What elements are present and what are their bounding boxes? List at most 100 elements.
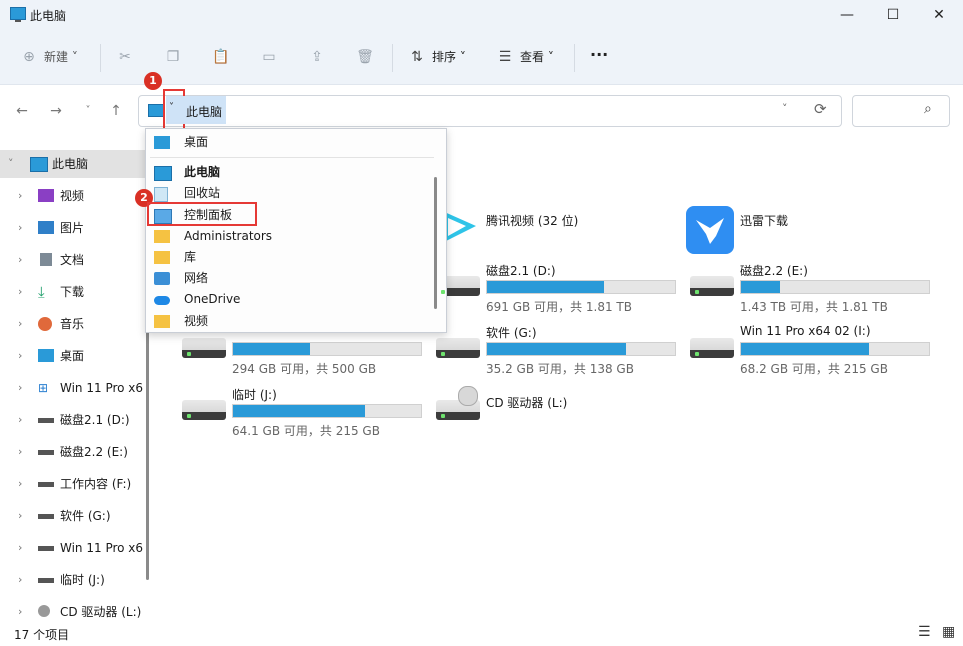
chevron-right-icon[interactable]: › — [18, 438, 22, 466]
chevron-right-icon[interactable]: › — [18, 182, 22, 210]
chevron-right-icon[interactable]: › — [18, 374, 22, 402]
drive-tile-l[interactable]: CD 驱动器 (L:) — [436, 386, 690, 446]
sort-icon: ⇅ — [411, 49, 423, 65]
chevron-right-icon[interactable]: › — [18, 502, 22, 530]
hard-drive-icon — [690, 338, 734, 358]
view-button[interactable]: 查看 ˅ — [520, 44, 554, 70]
chevron-right-icon[interactable]: › — [18, 214, 22, 242]
chevron-right-icon[interactable]: › — [18, 278, 22, 306]
sidebar-item-drive-i[interactable]: › Win 11 Pro x6 — [0, 534, 148, 562]
refresh-button[interactable]: ⟳ — [814, 100, 827, 118]
drive-tile-e[interactable]: 磁盘2.2 (E:) 1.43 TB 可用，共 1.81 TB — [690, 262, 944, 322]
recent-locations-chevron-icon[interactable]: ˅ — [78, 102, 98, 120]
chevron-right-icon[interactable]: › — [18, 598, 22, 622]
delete-icon[interactable]: 🗑 — [356, 48, 374, 66]
sidebar-item-label: 音乐 — [60, 317, 85, 331]
drive-tile-d[interactable]: 磁盘2.1 (D:) 691 GB 可用，共 1.81 TB — [436, 262, 690, 322]
menu-item-libraries[interactable]: 库 — [146, 247, 434, 268]
back-arrow-icon[interactable]: ← — [12, 102, 32, 120]
chevron-right-icon[interactable]: › — [18, 310, 22, 338]
chevron-down-icon[interactable]: ˅ — [8, 150, 14, 178]
sidebar-item-drive-d[interactable]: › 磁盘2.1 (D:) — [0, 406, 148, 434]
forward-arrow-icon[interactable]: → — [46, 102, 66, 120]
chevron-right-icon[interactable]: › — [18, 406, 22, 434]
drive-usage-fill — [487, 281, 604, 293]
app-name[interactable]: 腾讯视频 (32 位) — [486, 212, 578, 229]
chevron-right-icon[interactable]: › — [18, 246, 22, 274]
sidebar-item-this-pc[interactable]: ˅ 此电脑 — [0, 150, 148, 178]
address-history-chevron-icon[interactable]: ˅ — [782, 102, 788, 115]
drive-name: 磁盘2.1 (D:) — [486, 264, 556, 278]
close-button[interactable]: ✕ — [916, 0, 962, 30]
cut-icon[interactable]: ✂ — [116, 48, 134, 66]
address-bar[interactable] — [138, 95, 842, 127]
drive-tile-i[interactable]: Win 11 Pro x64 02 (I:) 68.2 GB 可用，共 215 … — [690, 324, 944, 384]
menu-item-desktop[interactable]: 桌面 — [146, 132, 434, 153]
copy-icon[interactable]: ❐ — [164, 48, 182, 66]
sidebar-item-drive-c[interactable]: › ⊞ Win 11 Pro x6 — [0, 374, 148, 402]
this-pc-icon — [148, 104, 164, 117]
sidebar-item-drive-j[interactable]: › 临时 (J:) — [0, 566, 148, 594]
drive-usage-fill — [487, 343, 627, 355]
sidebar-item-videos[interactable]: › 视频 — [0, 182, 148, 210]
drive-tile-g[interactable]: 软件 (G:) 35.2 GB 可用，共 138 GB — [436, 324, 690, 384]
minimize-button[interactable]: — — [824, 0, 870, 30]
rename-icon[interactable]: ▭ — [260, 48, 278, 66]
highlight-box-2 — [147, 202, 257, 226]
search-icon: ⌕ — [924, 101, 932, 117]
sidebar-item-pictures[interactable]: › 图片 — [0, 214, 148, 242]
sidebar-item-label: Win 11 Pro x6 — [60, 541, 144, 555]
sidebar-item-documents[interactable]: › 文档 — [0, 246, 148, 274]
drive-tile-f[interactable]: 294 GB 可用，共 500 GB — [182, 324, 436, 384]
chevron-right-icon[interactable]: › — [18, 470, 22, 498]
details-view-icon[interactable]: ☰ — [918, 624, 931, 640]
windows-logo-icon: ⊞ — [38, 381, 49, 395]
menu-item-label: 桌面 — [184, 135, 209, 149]
desktop-icon — [38, 349, 54, 362]
sidebar-item-label: Win 11 Pro x6 — [60, 381, 144, 395]
search-input[interactable] — [852, 95, 950, 127]
up-arrow-icon[interactable]: ↑ — [106, 102, 126, 120]
toolbar-divider — [100, 44, 101, 72]
new-button[interactable]: 新建 ˅ — [44, 44, 78, 70]
menu-item-this-pc[interactable]: 此电脑 — [146, 162, 434, 183]
documents-icon — [40, 253, 52, 266]
menu-item-network[interactable]: 网络 — [146, 268, 434, 289]
chevron-right-icon[interactable]: › — [18, 534, 22, 562]
maximize-button[interactable]: ☐ — [870, 0, 916, 30]
menu-item-recycle-bin[interactable]: 回收站 — [146, 183, 434, 204]
share-icon[interactable]: ⇪ — [308, 48, 326, 66]
drive-icon — [38, 418, 54, 423]
menu-item-label: OneDrive — [184, 292, 241, 306]
drive-space-info: 68.2 GB 可用，共 215 GB — [740, 362, 888, 376]
sidebar-item-label: 桌面 — [60, 349, 85, 363]
sidebar-item-label: 临时 (J:) — [60, 573, 105, 587]
sidebar-item-drive-e[interactable]: › 磁盘2.2 (E:) — [0, 438, 148, 466]
sidebar-item-downloads[interactable]: › ⤓ 下载 — [0, 278, 148, 306]
menu-scrollbar[interactable] — [434, 177, 437, 309]
music-icon — [38, 317, 52, 331]
paste-icon[interactable]: 📋 — [212, 48, 230, 66]
menu-item-videos[interactable]: 视频 — [146, 311, 434, 332]
drive-tile-j[interactable]: 临时 (J:) 64.1 GB 可用，共 215 GB — [182, 386, 436, 446]
drive-usage-bar — [232, 342, 422, 356]
item-count: 17 个项目 — [14, 628, 70, 642]
menu-item-administrators[interactable]: Administrators — [146, 226, 434, 247]
sidebar-item-drive-l[interactable]: › CD 驱动器 (L:) — [0, 598, 148, 622]
more-options-button[interactable]: ··· — [590, 42, 608, 68]
hard-drive-icon — [182, 338, 226, 358]
sidebar-item-desktop[interactable]: › 桌面 — [0, 342, 148, 370]
menu-item-onedrive[interactable]: OneDrive — [146, 289, 434, 310]
drive-name: Win 11 Pro x64 02 (I:) — [740, 324, 871, 338]
chevron-right-icon[interactable]: › — [18, 566, 22, 594]
sidebar-item-drive-g[interactable]: › 软件 (G:) — [0, 502, 148, 530]
tiles-view-icon[interactable]: ▦ — [942, 624, 955, 640]
app-name[interactable]: 迅雷下载 — [740, 212, 788, 229]
sidebar-item-music[interactable]: › 音乐 — [0, 310, 148, 338]
navigation-pane: ˅ 此电脑 › 视频 › 图片 › 文档 › ⤓ 下载 › 音乐 › 桌面 › … — [0, 150, 148, 622]
drive-space-info: 35.2 GB 可用，共 138 GB — [486, 362, 634, 376]
sort-button[interactable]: 排序 ˅ — [432, 44, 466, 70]
chevron-right-icon[interactable]: › — [18, 342, 22, 370]
drive-usage-bar — [232, 404, 422, 418]
sidebar-item-drive-f[interactable]: › 工作内容 (F:) — [0, 470, 148, 498]
